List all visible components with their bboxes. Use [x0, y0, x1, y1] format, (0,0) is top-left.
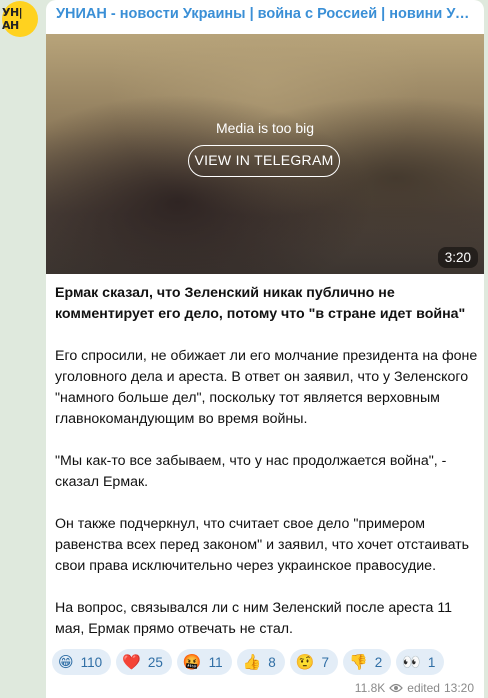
reaction-count: 7	[321, 654, 329, 670]
eyes-emoji-icon: 👀	[402, 653, 421, 671]
reaction-count: 8	[268, 654, 276, 670]
reaction-thumbs-down[interactable]: 👎 2	[343, 649, 392, 675]
view-in-telegram-button[interactable]: VIEW IN TELEGRAM	[188, 145, 340, 177]
video-duration: 3:20	[437, 247, 478, 268]
angry-emoji-icon: 🤬	[182, 653, 202, 671]
reaction-count: 2	[374, 654, 383, 670]
reaction-heart[interactable]: ❤️ 25	[116, 649, 172, 675]
reaction-thumbs-up[interactable]: 👍 8	[236, 649, 285, 675]
post-paragraph: Он также подчеркнул, что считает свое де…	[55, 516, 470, 574]
reactions-bar: 😁 110 ❤️ 25 🤬 11 👍 8 🤨 7 👎 2 👀 1	[52, 649, 445, 675]
raised-eyebrow-emoji-icon: 🤨	[295, 653, 315, 671]
edited-label: edited	[407, 681, 440, 695]
message-time: 13:20	[443, 681, 474, 695]
message-bubble: УНИАН - новости Украины | война с Россие…	[46, 0, 484, 698]
post-paragraph: Его спросили, не обижает ли его молчание…	[55, 348, 478, 427]
reaction-eyes[interactable]: 👀 1	[396, 649, 445, 675]
reaction-count: 110	[80, 654, 103, 670]
reaction-angry[interactable]: 🤬 11	[176, 649, 232, 675]
post-paragraph: "Мы как-то все забываем, что у нас продо…	[55, 453, 447, 490]
reaction-grin[interactable]: 😁 110	[52, 649, 112, 675]
reaction-count: 25	[147, 654, 163, 670]
thumbs-down-emoji-icon: 👎	[349, 653, 368, 671]
message-footer: 11.8K edited 13:20	[355, 681, 474, 695]
eye-icon	[389, 683, 404, 693]
post-headline: Ермак сказал, что Зеленский никак публич…	[55, 285, 466, 322]
message-text: Ермак сказал, что Зеленский никак публич…	[55, 283, 480, 661]
grin-emoji-icon: 😁	[58, 653, 74, 671]
reaction-count: 11	[208, 654, 223, 670]
thumbs-up-emoji-icon: 👍	[242, 653, 262, 671]
channel-avatar[interactable]: УН|АН	[2, 1, 38, 37]
reaction-count: 1	[427, 654, 436, 670]
video-preview[interactable]: Media is too big VIEW IN TELEGRAM 3:20	[46, 34, 484, 274]
media-notice: Media is too big	[215, 120, 315, 136]
channel-name[interactable]: УНИАН - новости Украины | война с Россие…	[56, 6, 476, 22]
reaction-raised-eyebrow[interactable]: 🤨 7	[289, 649, 338, 675]
post-paragraph: На вопрос, связывался ли с ним Зеленский…	[55, 600, 453, 637]
view-count: 11.8K	[354, 681, 386, 695]
heart-emoji-icon: ❤️	[122, 653, 141, 671]
